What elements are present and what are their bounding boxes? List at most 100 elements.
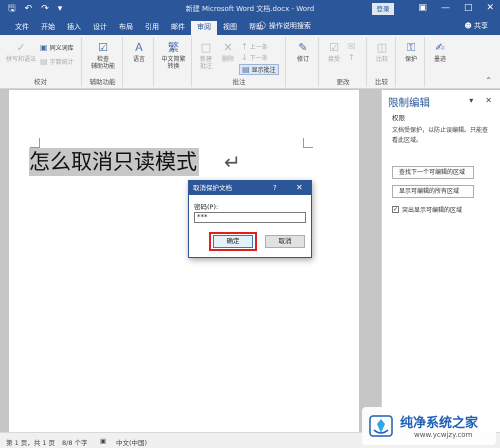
accept-button[interactable]: ☑ 接受 — [322, 41, 346, 63]
accessibility-icon: ☑ — [98, 41, 108, 54]
delete-comment-button[interactable]: ✕ 删除 — [218, 41, 238, 63]
pen-icon: ✍ — [435, 41, 445, 54]
track-changes-button[interactable]: ✎ 修订 — [290, 41, 316, 63]
watermark-url: www.ycwjzy.com — [414, 431, 473, 439]
lock-icon: ⚿ — [406, 41, 416, 54]
document-area: 怎么取消只读模式 ↵ — [0, 90, 381, 432]
compare-button[interactable]: ◫ 比较 — [370, 41, 394, 63]
next-comment-button[interactable]: ↓ 下一条 — [241, 53, 268, 62]
compare-icon: ◫ — [376, 41, 388, 54]
status-words[interactable]: 8/8 个字 — [62, 437, 88, 447]
show-comments-icon: ▤ — [242, 65, 250, 74]
language-button[interactable]: Ａ 语言 — [126, 41, 152, 63]
spellcheck-icon: ✓ — [16, 41, 26, 54]
pane-controls: ▾ ✕ — [469, 96, 492, 105]
pane-options-icon[interactable]: ▾ — [469, 96, 473, 105]
reject-button[interactable]: ☒ — [348, 42, 355, 51]
prev-label: 上一条 — [249, 44, 268, 51]
convert-label-1: 中文简繁 — [161, 56, 186, 63]
chinese-convert-button[interactable]: 繁 中文简繁 转换 — [157, 41, 190, 70]
ribbon-display-icon[interactable]: ▣ — [418, 2, 427, 15]
thesaurus-button[interactable]: ▣ 同义词库 — [40, 43, 74, 52]
help-icon[interactable]: ? — [273, 181, 277, 195]
login-button[interactable]: 登录 — [372, 3, 394, 15]
spelling-label: 拼写和语法 — [5, 56, 36, 63]
accept-icon: ☑ — [329, 41, 339, 54]
prev-comment-button[interactable]: ↑ 上一条 — [241, 42, 268, 51]
delete-label: 删除 — [221, 56, 234, 63]
new-comment-button[interactable]: □ 新建 批注 — [195, 41, 217, 70]
margin-corner-right — [303, 138, 313, 148]
tab-references[interactable]: 引用 — [139, 21, 165, 35]
show-all-regions-button[interactable]: 显示可编辑的所有区域 — [392, 185, 474, 198]
check-accessibility-button[interactable]: ☑ 检查 辅助功能 — [87, 41, 119, 70]
watermark-name: 纯净系统之家 — [400, 416, 479, 431]
delete-comment-icon: ✕ — [223, 41, 233, 54]
next-icon: ↓ — [241, 53, 248, 62]
ok-button[interactable]: 确定 — [213, 235, 253, 248]
tab-view[interactable]: 视图 — [217, 21, 243, 35]
cancel-button[interactable]: 取消 — [265, 235, 305, 248]
watermark-logo — [369, 415, 393, 437]
ink-button[interactable]: ✍ 墨迹 — [428, 41, 452, 63]
checkbox-icon: ✓ — [392, 206, 399, 213]
convert-label-2: 转换 — [167, 63, 180, 70]
minimize-icon[interactable]: — — [441, 2, 450, 15]
share-label: 共享 — [474, 22, 488, 30]
tab-mailings[interactable]: 邮件 — [165, 21, 191, 35]
tab-review[interactable]: 审阅 — [191, 21, 217, 35]
reject-icon: ☒ — [348, 42, 356, 51]
group-compare: ◫ 比较 比较 — [368, 37, 396, 87]
prev-icon: ↑ — [241, 42, 248, 51]
thesaurus-label: 同义词库 — [49, 45, 74, 52]
show-comments-button[interactable]: ▤ 显示批注 — [239, 64, 279, 75]
share-button[interactable]: ☻ 共享 — [464, 21, 488, 31]
unprotect-dialog: 取消保护文档 ? ✕ 密码(P): *** 确定 取消 — [188, 180, 312, 258]
spelling-button[interactable]: ✓ 拼写和语法 — [3, 41, 39, 63]
group-language: Ａ 语言 — [124, 37, 154, 87]
ribbon: ✓ 拼写和语法 ▣ 同义词库 ▤ 字数统计 校对 ☑ 检查 辅助功能 辅助功能 … — [0, 35, 500, 89]
new-comment-label-1: 新建 — [199, 56, 212, 63]
wordcount-label: 字数统计 — [49, 59, 74, 66]
status-language[interactable]: 中文(中国) — [116, 437, 147, 447]
dialog-title: 取消保护文档 — [189, 181, 311, 195]
wordcount-icon: ▤ — [40, 57, 48, 66]
group-ink: ✍ 墨迹 — [426, 37, 454, 87]
close-icon[interactable]: ✕ — [486, 2, 494, 15]
ink-label: 墨迹 — [433, 56, 446, 63]
tab-design[interactable]: 设计 — [87, 21, 113, 35]
dialog-close-icon[interactable]: ✕ — [296, 181, 303, 195]
language-icon: Ａ — [133, 41, 145, 54]
document-page[interactable]: 怎么取消只读模式 ↵ — [9, 90, 359, 432]
protect-button[interactable]: ⚿ 保护 — [399, 41, 423, 63]
group-tracking: ✎ 修订 — [287, 37, 319, 87]
tab-insert[interactable]: 插入 — [61, 21, 87, 35]
highlight-regions-checkbox[interactable]: ✓ 突出显示可编辑的区域 — [392, 205, 462, 214]
password-input[interactable]: *** — [194, 212, 306, 223]
pane-description: 文档受保护，以防止误编辑。只能查看此区域。 — [392, 127, 489, 144]
tab-file[interactable]: 文件 — [9, 21, 35, 35]
group-label-compare: 比较 — [375, 78, 388, 86]
collapse-ribbon-icon[interactable]: ⌃ — [485, 76, 492, 85]
find-next-region-button[interactable]: 查找下一个可编辑的区域 — [392, 166, 474, 179]
pane-close-icon[interactable]: ✕ — [485, 96, 492, 105]
proofing-status-icon[interactable]: ▣ — [100, 437, 106, 445]
language-label: 语言 — [132, 56, 145, 63]
document-text[interactable]: 怎么取消只读模式 — [29, 148, 199, 176]
tell-me-search[interactable]: ◯ 操作说明搜索 — [258, 21, 311, 31]
status-page[interactable]: 第 1 页，共 1 页 — [6, 437, 55, 447]
book-icon: ▣ — [40, 43, 48, 52]
tab-layout[interactable]: 布局 — [113, 21, 139, 35]
ribbon-tabs: 文件 开始 插入 设计 布局 引用 邮件 审阅 视图 帮助 ◯ 操作说明搜索 ☻… — [0, 18, 500, 35]
tab-home[interactable]: 开始 — [35, 21, 61, 35]
wordcount-button[interactable]: ▤ 字数统计 — [40, 57, 74, 66]
compare-label: 比较 — [375, 56, 388, 63]
group-accessibility: ☑ 检查 辅助功能 辅助功能 — [83, 37, 123, 87]
lightbulb-icon: ◯ — [258, 21, 266, 29]
previous-change-button[interactable]: ↑ — [348, 53, 355, 62]
new-comment-icon: □ — [200, 41, 212, 54]
group-proofing: ✓ 拼写和语法 ▣ 同义词库 ▤ 字数统计 校对 — [0, 37, 82, 87]
paragraph-mark: ↵ — [224, 150, 241, 174]
maximize-icon[interactable]: □ — [464, 2, 473, 15]
highlight-regions-label: 突出显示可编辑的区域 — [402, 207, 463, 214]
